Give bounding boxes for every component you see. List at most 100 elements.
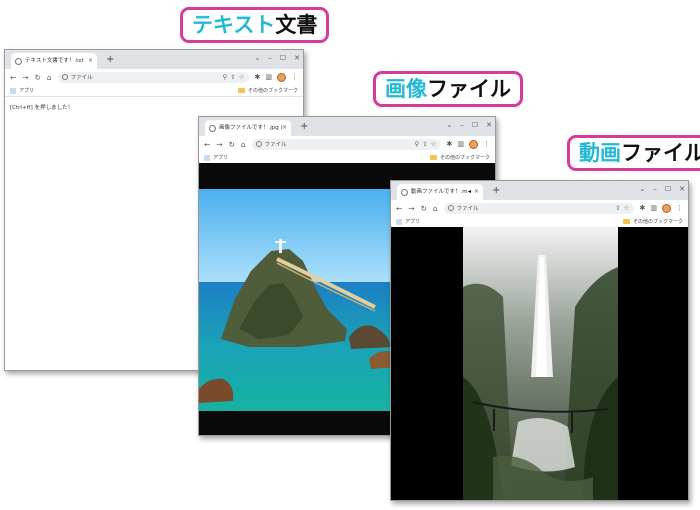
new-tab-button[interactable]: + bbox=[300, 121, 308, 133]
sidepanel-icon[interactable]: ▥ bbox=[457, 140, 464, 148]
home-icon[interactable]: ⌂ bbox=[433, 204, 438, 213]
menu-icon[interactable]: ⋮ bbox=[483, 140, 490, 148]
back-icon[interactable]: ← bbox=[204, 140, 210, 149]
document-text: [Ctrl+H] を押しました！ bbox=[10, 105, 74, 111]
address-text: ファイル bbox=[264, 142, 287, 148]
minimize-button[interactable]: – bbox=[653, 183, 657, 195]
new-tab-button[interactable]: + bbox=[492, 185, 500, 197]
reload-icon[interactable]: ↻ bbox=[35, 73, 41, 82]
close-button[interactable]: ✕ bbox=[679, 183, 685, 195]
address-bar[interactable]: ファイル ⚲ ⇪ ☆ bbox=[251, 138, 441, 150]
collapse-icon[interactable]: ⌄ bbox=[446, 119, 452, 131]
label-accent: テキスト bbox=[192, 13, 276, 37]
info-icon bbox=[61, 74, 68, 80]
toolbar: ← → ↻ ⌂ ファイル ⚲ ⇪ ☆ ✱ ▥ ⋮ bbox=[5, 69, 303, 85]
back-icon[interactable]: ← bbox=[396, 204, 402, 213]
toolbar-right-icons: ✱ ▥ ⋮ bbox=[640, 203, 683, 213]
tab-video-file[interactable]: 動画ファイルです！.mp4 ◂ × bbox=[397, 184, 483, 200]
address-text: ファイル bbox=[70, 75, 93, 81]
avatar[interactable] bbox=[662, 203, 671, 213]
new-tab-button[interactable]: + bbox=[106, 54, 114, 66]
maximize-button[interactable]: ☐ bbox=[665, 183, 671, 195]
bookmark-apps[interactable]: アプリ bbox=[396, 218, 420, 225]
folder-icon bbox=[237, 88, 245, 93]
label-accent: 動画 bbox=[579, 141, 621, 165]
tab-close-icon[interactable]: × bbox=[282, 120, 287, 136]
close-button[interactable]: ✕ bbox=[486, 119, 492, 131]
info-icon bbox=[255, 141, 262, 147]
apps-grid-icon bbox=[396, 218, 402, 225]
tab-text-document[interactable]: テキスト文書です！.txt × bbox=[11, 53, 97, 69]
window-controls: ⌄ – ☐ ✕ bbox=[446, 119, 492, 131]
tab-close-icon[interactable]: × bbox=[474, 184, 479, 200]
sidepanel-icon[interactable]: ▥ bbox=[650, 204, 657, 212]
info-icon bbox=[447, 205, 454, 211]
extensions-icon[interactable]: ✱ bbox=[640, 204, 646, 212]
back-icon[interactable]: ← bbox=[10, 73, 16, 82]
close-button[interactable]: ✕ bbox=[294, 52, 300, 64]
forward-icon[interactable]: → bbox=[22, 73, 28, 82]
star-icon[interactable]: ☆ bbox=[239, 73, 245, 81]
address-bar[interactable]: ファイル ⇪ ☆ bbox=[443, 202, 634, 214]
reload-icon[interactable]: ↻ bbox=[229, 140, 235, 149]
home-icon[interactable]: ⌂ bbox=[241, 140, 246, 149]
label-video-file: 動画ファイル bbox=[567, 135, 700, 171]
share-icon[interactable]: ⇪ bbox=[615, 204, 620, 212]
window-controls: ⌄ – ☐ ✕ bbox=[254, 52, 300, 64]
minimize-button[interactable]: – bbox=[268, 52, 272, 64]
share-icon[interactable]: ⇪ bbox=[230, 73, 235, 81]
sidepanel-icon[interactable]: ▥ bbox=[265, 73, 272, 81]
tab-image-file[interactable]: 画像ファイルです！.jpg (1600×1200) × bbox=[205, 120, 291, 136]
star-icon[interactable]: ☆ bbox=[624, 204, 630, 212]
bookmark-other[interactable]: その他のブックマーク bbox=[237, 87, 298, 94]
minimize-button[interactable]: – bbox=[460, 119, 464, 131]
label-rest: 文書 bbox=[275, 13, 318, 37]
zoom-icon[interactable]: ⚲ bbox=[222, 73, 227, 81]
audio-icon[interactable]: ◂ bbox=[468, 184, 471, 200]
apps-label: アプリ bbox=[19, 88, 35, 94]
maximize-button[interactable]: ☐ bbox=[472, 119, 478, 131]
extensions-icon[interactable]: ✱ bbox=[255, 73, 261, 81]
window-controls: ⌄ – ☐ ✕ bbox=[639, 183, 685, 195]
tab-close-icon[interactable]: × bbox=[88, 53, 93, 69]
bookmark-other[interactable]: その他のブックマーク bbox=[429, 154, 490, 161]
globe-icon bbox=[209, 124, 216, 132]
waterfall-video-frame bbox=[463, 227, 618, 500]
label-rest: ファイル bbox=[621, 141, 700, 165]
address-bar[interactable]: ファイル ⚲ ⇪ ☆ bbox=[57, 71, 249, 83]
video-player[interactable] bbox=[391, 227, 688, 500]
tab-strip: 画像ファイルです！.jpg (1600×1200) × + ⌄ – ☐ ✕ bbox=[199, 117, 495, 136]
collapse-icon[interactable]: ⌄ bbox=[254, 52, 260, 64]
home-icon[interactable]: ⌂ bbox=[47, 73, 52, 82]
maximize-button[interactable]: ☐ bbox=[280, 52, 286, 64]
tab-title: テキスト文書です！.txt bbox=[25, 58, 84, 64]
forward-icon[interactable]: → bbox=[408, 204, 414, 213]
extensions-icon[interactable]: ✱ bbox=[447, 140, 453, 148]
avatar[interactable] bbox=[277, 72, 286, 82]
menu-icon[interactable]: ⋮ bbox=[676, 204, 683, 212]
other-bookmarks-label: その他のブックマーク bbox=[247, 88, 298, 94]
tab-strip: 動画ファイルです！.mp4 ◂ × + ⌄ – ☐ ✕ bbox=[391, 181, 688, 200]
apps-label: アプリ bbox=[213, 155, 229, 161]
bookmark-apps[interactable]: アプリ bbox=[204, 154, 228, 161]
toolbar: ← → ↻ ⌂ ファイル ⚲ ⇪ ☆ ✱ ▥ ⋮ bbox=[199, 136, 495, 152]
reload-icon[interactable]: ↻ bbox=[421, 204, 427, 213]
label-accent: 画像 bbox=[385, 77, 427, 101]
collapse-icon[interactable]: ⌄ bbox=[639, 183, 645, 195]
apps-grid-icon bbox=[10, 87, 16, 94]
menu-icon[interactable]: ⋮ bbox=[291, 73, 298, 81]
forward-icon[interactable]: → bbox=[216, 140, 222, 149]
folder-icon bbox=[622, 219, 630, 224]
bookmark-other[interactable]: その他のブックマーク bbox=[622, 218, 683, 225]
tab-strip: テキスト文書です！.txt × + ⌄ – ☐ ✕ bbox=[5, 50, 303, 69]
toolbar-right-icons: ✱ ▥ ⋮ bbox=[255, 72, 298, 82]
zoom-icon[interactable]: ⚲ bbox=[414, 140, 419, 148]
globe-icon bbox=[15, 57, 22, 65]
bookmark-apps[interactable]: アプリ bbox=[10, 87, 34, 94]
avatar[interactable] bbox=[469, 139, 478, 149]
apps-grid-icon bbox=[204, 154, 210, 161]
star-icon[interactable]: ☆ bbox=[431, 140, 437, 148]
apps-label: アプリ bbox=[405, 219, 421, 225]
other-bookmarks-label: その他のブックマーク bbox=[632, 219, 683, 225]
share-icon[interactable]: ⇪ bbox=[422, 140, 427, 148]
